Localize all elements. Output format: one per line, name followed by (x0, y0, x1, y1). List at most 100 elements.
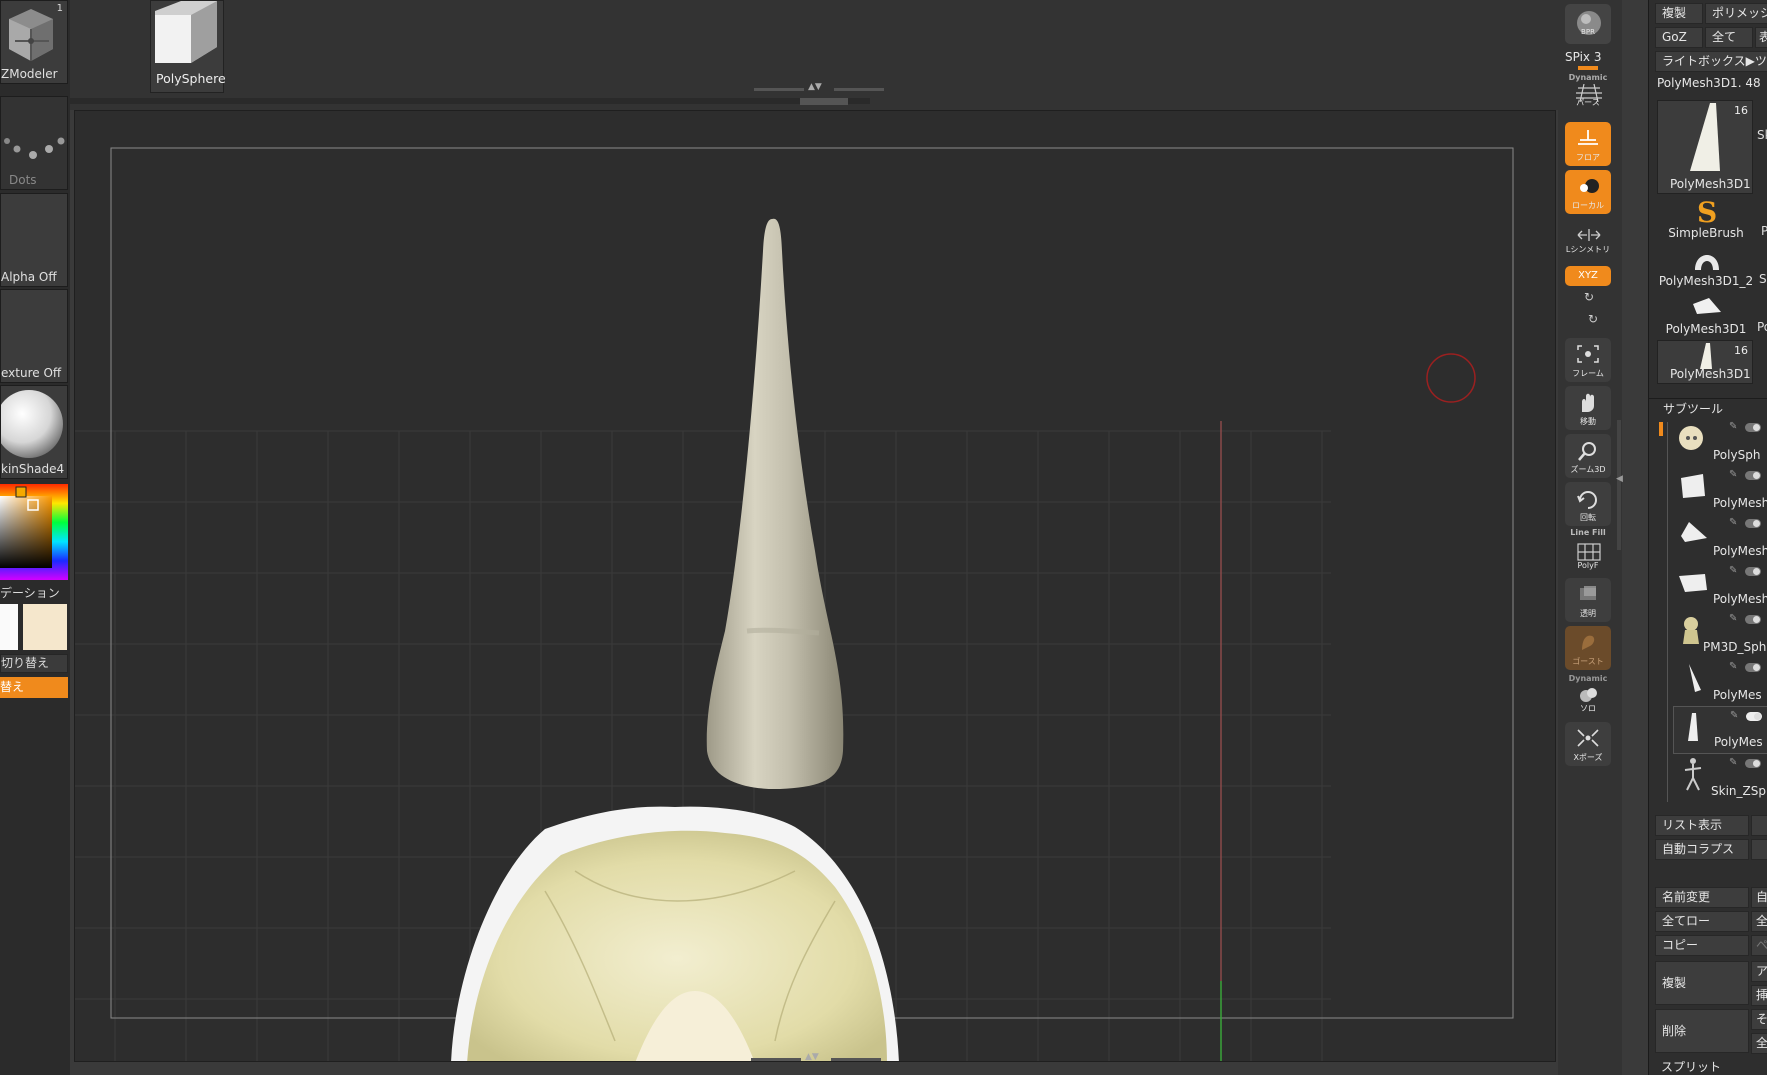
list-view-side-button[interactable] (1751, 815, 1767, 836)
scroll-thumb[interactable] (800, 98, 848, 105)
perspective-button[interactable]: パース (1565, 78, 1611, 108)
subtool-row[interactable]: ✎ PolyMesh (1673, 466, 1767, 514)
tool-polymesh3d1-2-label: PolyMesh3D1_2 (1658, 274, 1754, 288)
subtool-row[interactable]: ✎ Skin_ZSp (1673, 754, 1767, 802)
visible-button[interactable]: 表 (1755, 27, 1767, 48)
insert-button[interactable]: 挿 (1751, 985, 1767, 1006)
visibility-toggle[interactable] (1745, 567, 1761, 576)
all-high-button[interactable]: 全 (1751, 911, 1767, 932)
secondary-color-swatch[interactable] (23, 604, 67, 650)
side-tool-label: Sk (1759, 272, 1767, 286)
subtool-scrollbar[interactable] (1667, 422, 1668, 802)
swap-color-button[interactable]: 替え (0, 677, 68, 698)
bpr-button[interactable]: BPR (1565, 4, 1611, 44)
subtool-row[interactable]: ✎ PolyMesh (1673, 562, 1767, 610)
zmodeler-count: 1 (56, 3, 63, 14)
ghost-button[interactable]: ゴースト (1565, 626, 1611, 670)
top-collapse-handle[interactable]: ▲▼ (754, 82, 884, 93)
all-low-button[interactable]: 全てロー (1655, 911, 1749, 932)
panel-expand-icon[interactable]: ◀ (1616, 474, 1623, 484)
rotate-z-icon[interactable]: ↻ (1588, 312, 1598, 326)
visibility-toggle[interactable] (1745, 471, 1761, 480)
xyz-button[interactable]: XYZ (1565, 266, 1611, 286)
switch-color-button[interactable]: 切り替え (0, 654, 68, 673)
material-button[interactable]: kinShade4 (0, 385, 68, 479)
append-button[interactable]: ア (1751, 961, 1767, 982)
collapse-arrows-icon: ▲▼ (805, 1052, 819, 1062)
current-tool-label: PolySphere (156, 71, 226, 86)
symmetry-arrows-icon (1577, 229, 1601, 241)
panel-scrollbar[interactable] (1617, 420, 1621, 550)
auto-collapse-button[interactable]: 自動コラプス (1655, 839, 1749, 860)
make-polymesh-button[interactable]: ポリメッシ (1705, 3, 1767, 24)
subtool-row-selected[interactable]: ✎ PolyMes (1673, 706, 1767, 754)
all-button[interactable]: 全て (1705, 27, 1753, 48)
visibility-toggle[interactable] (1745, 663, 1761, 672)
spix-slider[interactable] (1578, 66, 1598, 70)
frame-button[interactable]: フレーム (1565, 338, 1611, 382)
solo-button[interactable]: ソロ (1565, 680, 1611, 714)
visibility-toggle[interactable] (1745, 423, 1761, 432)
list-view-button[interactable]: リスト表示 (1655, 815, 1749, 836)
paste-button[interactable]: ペ (1751, 935, 1767, 956)
visibility-toggle[interactable] (1745, 519, 1761, 528)
copy-button[interactable]: コピー (1655, 935, 1749, 956)
tool-panel: 複製 ポリメッシ GoZ 全て 表 ライトボックス▶ツ PolyMesh3D1.… (1648, 0, 1767, 1075)
subtool-name: PM3D_Sph (1703, 640, 1767, 654)
subtool-row[interactable]: ✎ PM3D_Sph (1673, 610, 1767, 658)
rotate-y-icon[interactable]: ↻ (1584, 290, 1594, 304)
texture-button[interactable]: exture Off (0, 289, 68, 383)
alpha-button[interactable]: Alpha Off (0, 193, 68, 287)
symmetry-button[interactable]: Lシンメトリ (1565, 222, 1611, 258)
subtool-row[interactable]: ✎ PolySph (1673, 418, 1767, 466)
spix-label[interactable]: SPix 3 (1565, 50, 1615, 64)
color-picker[interactable] (0, 484, 68, 580)
subtool-name: PolyMes (1713, 688, 1762, 702)
split-section-header[interactable]: スプリット (1661, 1058, 1721, 1075)
ghost-label: ゴースト (1572, 657, 1604, 666)
delete-other-button[interactable]: そ (1751, 1009, 1767, 1030)
zoom3d-button[interactable]: ズーム3D (1565, 434, 1611, 478)
current-tool-button[interactable]: PolySphere (150, 0, 226, 93)
move-button[interactable]: 移動 (1565, 386, 1611, 430)
delete-button[interactable]: 削除 (1655, 1009, 1749, 1053)
tool-polymesh3d1-2[interactable]: PolyMesh3D1_2 (1657, 244, 1755, 290)
lightbox-tools-button[interactable]: ライトボックス▶ツ (1655, 51, 1767, 72)
subtool-row[interactable]: ✎ PolyMesh (1673, 514, 1767, 562)
polyframe-button[interactable]: PolyF (1565, 536, 1611, 570)
subtool-row[interactable]: ✎ PolyMes (1673, 658, 1767, 706)
main-color-swatch[interactable] (0, 604, 18, 650)
tool-simplebrush[interactable]: S SimpleBrush (1657, 196, 1755, 242)
zmodeler-brush-button[interactable]: 1 ZModeler (0, 0, 68, 84)
clone-button[interactable]: 複製 (1655, 3, 1703, 24)
goz-button[interactable]: GoZ (1655, 27, 1703, 48)
floor-button[interactable]: フロア (1565, 122, 1611, 166)
tool-name-slider[interactable]: PolyMesh3D1. 48 (1657, 76, 1761, 90)
xpose-button[interactable]: Xポーズ (1565, 722, 1611, 766)
brush-icon: ✎ (1729, 565, 1738, 576)
zmodeler-icon (9, 9, 53, 61)
auto-reorder-button[interactable]: 自 (1751, 887, 1767, 908)
bottom-collapse-handle[interactable]: ▲▼ (751, 1052, 881, 1062)
stroke-dots-button[interactable]: Dots (0, 96, 68, 190)
auto-collapse-side-button[interactable] (1751, 839, 1767, 860)
viewport-canvas[interactable]: ▲▼ (74, 110, 1556, 1062)
subtool-horn-thumb-icon (1688, 713, 1698, 741)
subtool-header[interactable]: サブツール (1663, 400, 1723, 417)
tool-polymesh3d1-a[interactable]: PolyMesh3D1 (1657, 292, 1755, 338)
local-label: ローカル (1572, 201, 1604, 210)
visibility-toggle[interactable] (1745, 615, 1761, 624)
rotate-button[interactable]: 回転 (1565, 482, 1611, 526)
rename-button[interactable]: 名前変更 (1655, 887, 1749, 908)
transparent-icon (1580, 586, 1596, 600)
delete-all-button[interactable]: 全 (1751, 1033, 1767, 1054)
horn-mesh (706, 218, 844, 790)
duplicate-button[interactable]: 複製 (1655, 961, 1749, 1005)
current-tool-thumbnail[interactable]: 16 PolyMesh3D1 (1657, 100, 1753, 194)
visibility-toggle[interactable] (1745, 759, 1761, 768)
tool-polymesh3d1-b[interactable]: 16 PolyMesh3D1 (1657, 340, 1753, 384)
transparent-button[interactable]: 透明 (1565, 578, 1611, 622)
local-button[interactable]: ローカル (1565, 170, 1611, 214)
subtool-scroll-indicator (1659, 422, 1663, 436)
visibility-toggle[interactable] (1746, 712, 1762, 721)
